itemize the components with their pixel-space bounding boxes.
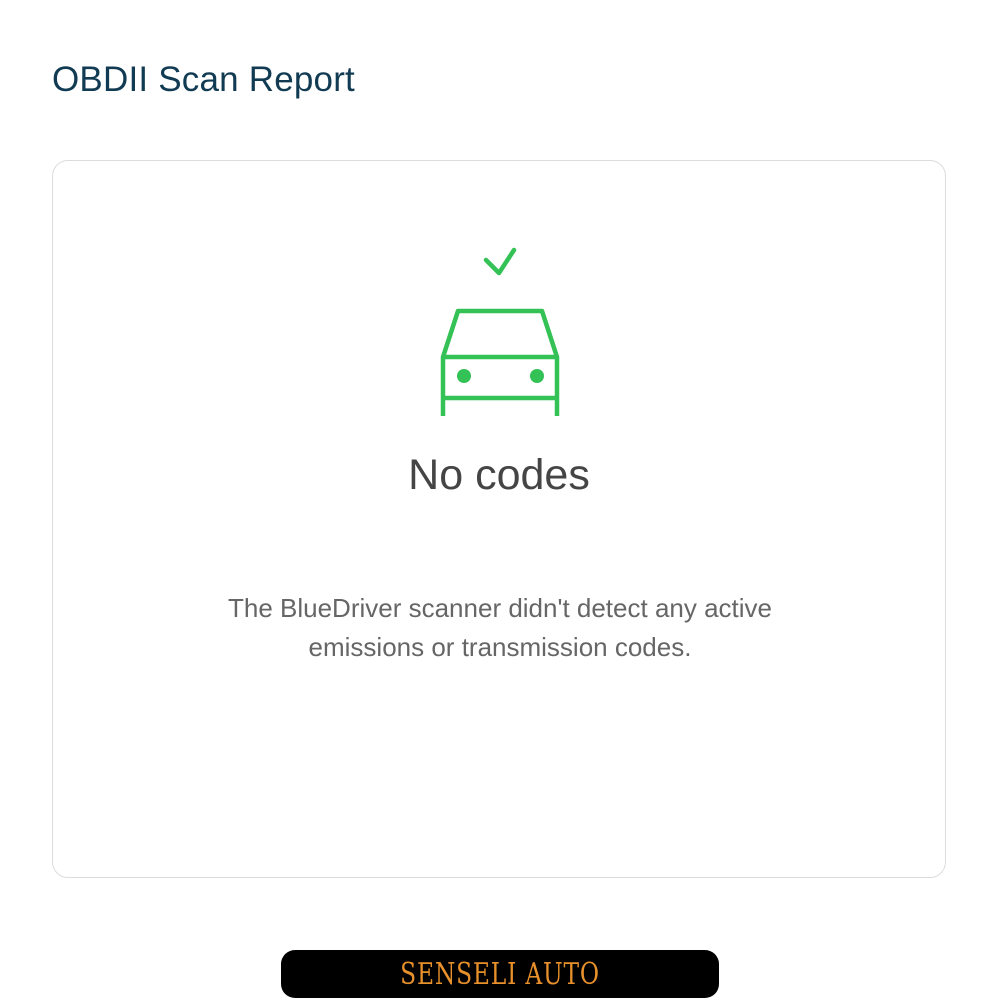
status-message-line: emissions or transmission codes. (308, 632, 692, 662)
car-icon (440, 308, 560, 416)
car-headlight-right (530, 369, 544, 383)
scan-report-card: No codes The BlueDriver scanner didn't d… (52, 160, 946, 878)
status-heading: No codes (408, 451, 590, 499)
watermark-text: SENSELI AUTO (400, 956, 600, 992)
watermark-banner: SENSELI AUTO (281, 950, 719, 998)
checkmark-icon (483, 247, 517, 276)
car-headlight-left (457, 369, 471, 383)
car-checkmark-icon (440, 247, 560, 416)
status-message-line: The BlueDriver scanner didn't detect any… (227, 593, 773, 623)
page-title: OBDII Scan Report (52, 60, 355, 99)
status-message: The BlueDriver scanner didn't detect any… (200, 589, 800, 667)
